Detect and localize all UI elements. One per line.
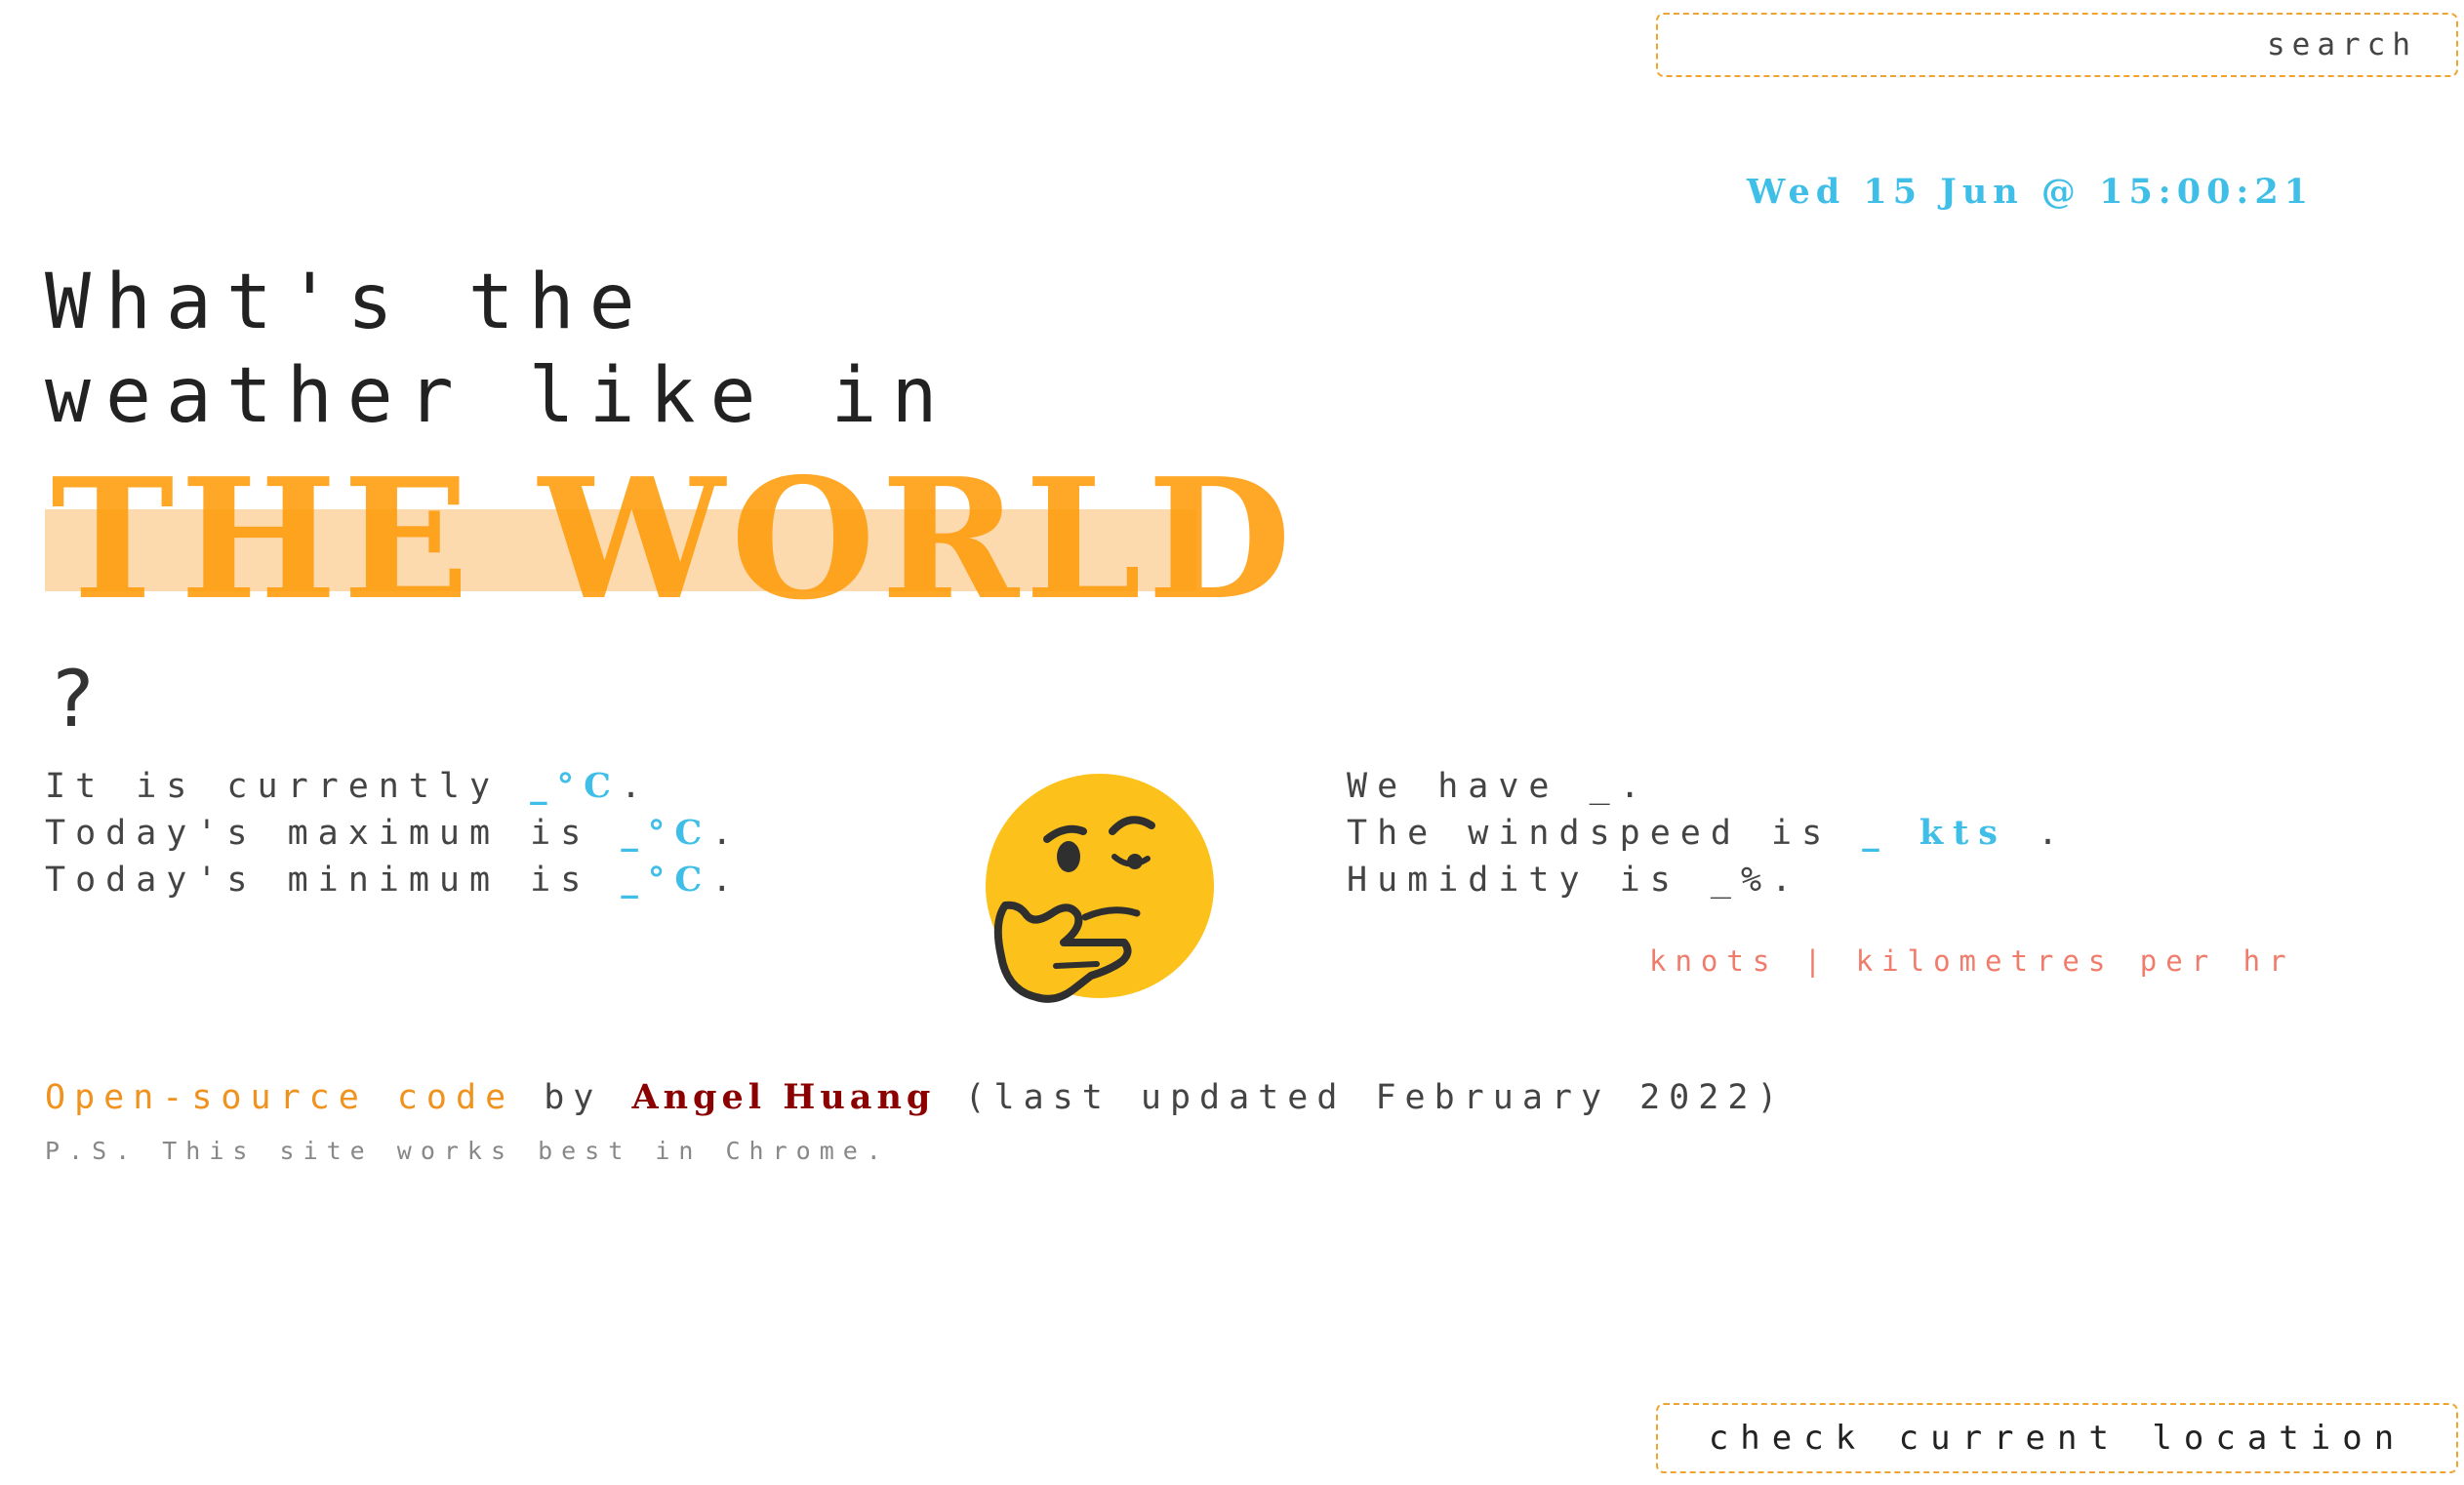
headline: What's the weather like in xyxy=(45,256,951,443)
conditions-value: _ xyxy=(1589,767,1620,806)
min-temp-line: Today's minimum is _°C. xyxy=(45,857,742,903)
current-datetime: Wed 15 Jun @ 15:00:21 xyxy=(1747,172,2315,212)
question-mark: ? xyxy=(49,654,97,744)
max-temp-line: Today's maximum is _°C. xyxy=(45,810,742,857)
browser-note: P.S. This site works best in Chrome. xyxy=(45,1137,890,1165)
wind-line: The windspeed is _ kts . xyxy=(1347,810,2068,857)
headline-line-2: weather like in xyxy=(45,352,952,440)
headline-line-1: What's the xyxy=(45,259,650,346)
current-temp-label: It is currently xyxy=(45,767,531,806)
min-temp-label: Today's minimum is xyxy=(45,861,622,900)
thinking-face-icon xyxy=(976,771,1220,1015)
unit-kmh-option[interactable]: kilometres per hr xyxy=(1856,944,2295,978)
conditions-stats: We have _. The windspeed is _ kts . Humi… xyxy=(1347,763,2068,903)
current-temp-suffix: . xyxy=(621,767,652,806)
max-temp-value: _ xyxy=(621,813,648,853)
conditions-suffix: . xyxy=(1619,767,1650,806)
location-title: THE WORLD xyxy=(45,452,1291,629)
location-name: THE WORLD xyxy=(51,442,1298,637)
search-input[interactable] xyxy=(1658,15,2456,75)
wind-suffix: . xyxy=(2038,814,2069,853)
search-box[interactable] xyxy=(1656,13,2458,77)
wind-unit: kts xyxy=(1919,813,2007,853)
min-temp-value: _ xyxy=(621,860,648,900)
last-updated: (last updated February 2022) xyxy=(935,1078,1787,1117)
humidity-value: _ xyxy=(1710,861,1741,900)
current-temp-line: It is currently _°C. xyxy=(45,763,742,810)
credits: Open-source code by Angel Huang (last up… xyxy=(45,1077,1786,1117)
wind-label: The windspeed is xyxy=(1347,814,1863,853)
current-temp-unit: °C xyxy=(556,766,622,806)
conditions-line: We have _. xyxy=(1347,763,2068,810)
wind-value: _ xyxy=(1862,813,1889,853)
source-code-link[interactable]: Open-source code xyxy=(45,1078,514,1117)
humidity-suffix: %. xyxy=(1740,861,1802,900)
temperature-stats: It is currently _°C. Today's maximum is … xyxy=(45,763,742,903)
min-temp-suffix: . xyxy=(711,861,743,900)
humidity-line: Humidity is _%. xyxy=(1347,857,2068,903)
unit-knots-option[interactable]: knots xyxy=(1649,944,1778,978)
humidity-label: Humidity is xyxy=(1347,861,1711,900)
credits-by: by xyxy=(514,1078,632,1117)
min-temp-unit: °C xyxy=(647,860,712,900)
max-temp-label: Today's maximum is xyxy=(45,814,622,853)
max-temp-unit: °C xyxy=(647,813,712,853)
check-location-button[interactable]: check current location xyxy=(1656,1403,2458,1473)
author-link[interactable]: Angel Huang xyxy=(631,1077,935,1117)
unit-separator: | xyxy=(1803,944,1831,978)
max-temp-suffix: . xyxy=(711,814,743,853)
wind-unit-toggle: knots | kilometres per hr xyxy=(1649,944,2295,978)
current-temp-value: _ xyxy=(530,766,557,806)
conditions-label: We have xyxy=(1347,767,1590,806)
